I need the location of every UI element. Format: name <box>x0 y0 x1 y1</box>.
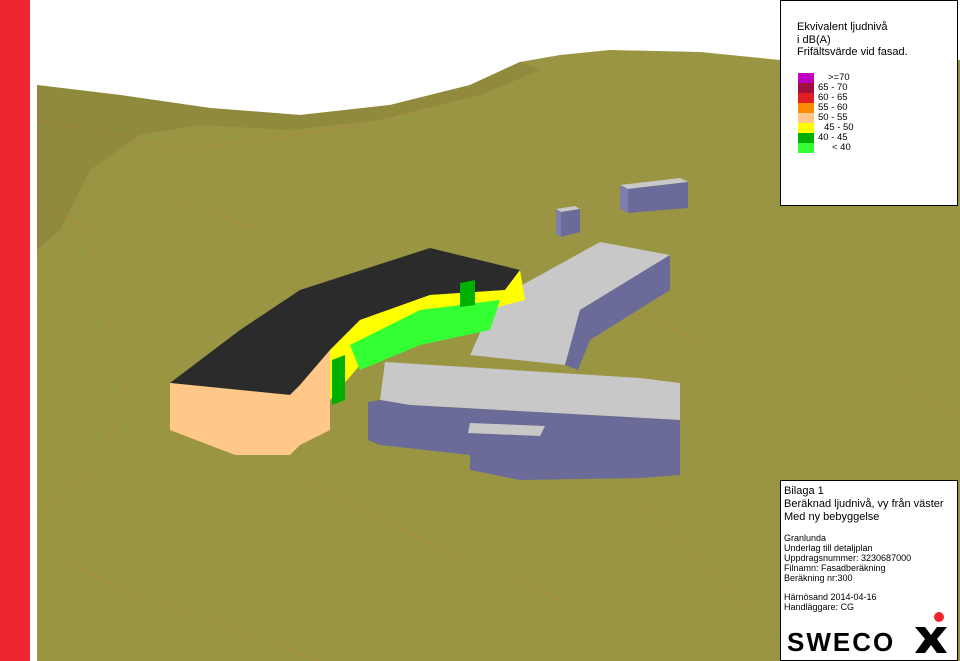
legend-swatch <box>798 103 814 113</box>
calculation-number: Beräkning nr:300 <box>784 573 853 583</box>
legend-swatch <box>798 93 814 103</box>
red-side-stripe <box>0 0 30 661</box>
description-text: Beräknad ljudnivå, vy från väster <box>784 498 944 510</box>
small-building-1-wall <box>620 185 628 213</box>
legend-item: < 40 <box>798 142 918 153</box>
legend-label: < 40 <box>832 142 851 153</box>
legend-item: >=70 <box>798 72 918 83</box>
legend-panel: Ekvivalent ljudnivå i dB(A) Frifältsvärd… <box>780 0 958 206</box>
legend-item: 65 - 70 <box>798 82 918 93</box>
legend-swatch <box>798 113 814 123</box>
assignment-number: Uppdragsnummer: 3230687000 <box>784 553 912 563</box>
title-block: Bilaga 1 Beräknad ljudnivå, vy från väst… <box>780 480 958 661</box>
legend-item: 40 - 45 <box>798 132 918 143</box>
legend-item: 45 - 50 <box>798 122 918 133</box>
legend-swatch <box>798 83 814 93</box>
place-date: Härnösand 2014-04-16 <box>784 592 877 602</box>
legend-swatch <box>798 133 814 143</box>
legend-title-line-3: Frifältsvärde vid fasad. <box>797 46 908 58</box>
new-building-dark-green-band-2 <box>460 280 475 307</box>
legend-item: 50 - 55 <box>798 112 918 123</box>
legend-title: Ekvivalent ljudnivå i dB(A) Frifältsvärd… <box>797 21 908 59</box>
legend-item: 55 - 60 <box>798 102 918 113</box>
legend-title-line-2: i dB(A) <box>797 33 831 46</box>
new-building-dark-green-band <box>332 355 345 405</box>
map-view: Ekvivalent ljudnivå i dB(A) Frifältsvärd… <box>0 0 960 661</box>
legend-swatch <box>798 143 814 153</box>
sweco-logo-icon <box>915 612 947 653</box>
legend-swatch <box>798 73 814 83</box>
handler-text: Handläggare: CG <box>784 602 855 612</box>
subtitle-text: Med ny bebyggelse <box>784 511 880 523</box>
legend-title-line-1: Ekvivalent ljudnivå <box>797 21 888 33</box>
project-name: Granlunda <box>784 533 827 543</box>
legend-swatch <box>798 123 814 133</box>
sweco-logo-text: SWECO <box>787 627 896 657</box>
legend-item: 60 - 65 <box>798 92 918 103</box>
file-name: Filnamn: Fasadberäkning <box>784 563 886 573</box>
appendix-label: Bilaga 1 <box>784 485 824 497</box>
purpose-text: Underlag till detaljplan <box>784 543 873 553</box>
small-building-2-wall <box>556 209 561 237</box>
